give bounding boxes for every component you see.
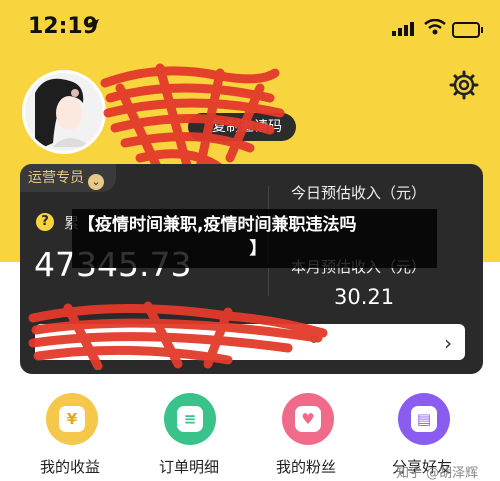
chevron-down-icon: ⌄	[88, 174, 104, 190]
overlay-title-line2: 】	[249, 239, 267, 259]
help-question-icon[interactable]: ?	[36, 213, 54, 231]
chevron-right-icon[interactable]: ›	[444, 331, 452, 355]
wifi-icon	[424, 19, 446, 35]
watermark: 知乎 @胡泽辉	[396, 466, 479, 481]
avatar-portrait-icon	[25, 73, 103, 151]
fans-icon: ♥	[295, 406, 321, 432]
share-friends-button[interactable]: ▤	[398, 393, 450, 445]
yen-icon: ¥	[59, 406, 85, 432]
month-estimated-income-value: 30.21	[334, 285, 395, 309]
status-bar: 12:19	[0, 0, 500, 60]
my-fans-label: 我的粉丝	[276, 458, 337, 476]
settings-gear-icon[interactable]	[449, 70, 479, 100]
my-earnings-button[interactable]: ¥	[46, 393, 98, 445]
operations-specialist-badge[interactable]: 运营专员 ⌄	[20, 164, 116, 192]
notice-bar[interactable]	[35, 324, 465, 360]
order-list-icon: ≡	[177, 406, 203, 432]
order-details-button[interactable]: ≡	[164, 393, 216, 445]
ops-label: 运营专员	[28, 170, 84, 186]
today-estimated-income-label: 今日预估收入（元）	[291, 184, 427, 202]
overlay-title-line1: 【疫情时间兼职,疫情时间兼职违法吗	[78, 215, 357, 235]
order-details-label: 订单明细	[159, 458, 220, 476]
notice-text: o	[310, 332, 318, 347]
cellular-signal-icon	[392, 22, 414, 36]
location-arrow-icon	[87, 19, 99, 31]
overlay-title: 【疫情时间兼职,疫情时间兼职违法吗 】	[78, 213, 438, 261]
my-fans-button[interactable]: ♥	[282, 393, 334, 445]
avatar[interactable]	[22, 70, 106, 154]
copy-invite-code-button[interactable]: 复制邀请码	[188, 113, 296, 141]
battery-icon	[452, 22, 483, 38]
share-icon: ▤	[411, 406, 437, 432]
my-earnings-label: 我的收益	[40, 458, 101, 476]
